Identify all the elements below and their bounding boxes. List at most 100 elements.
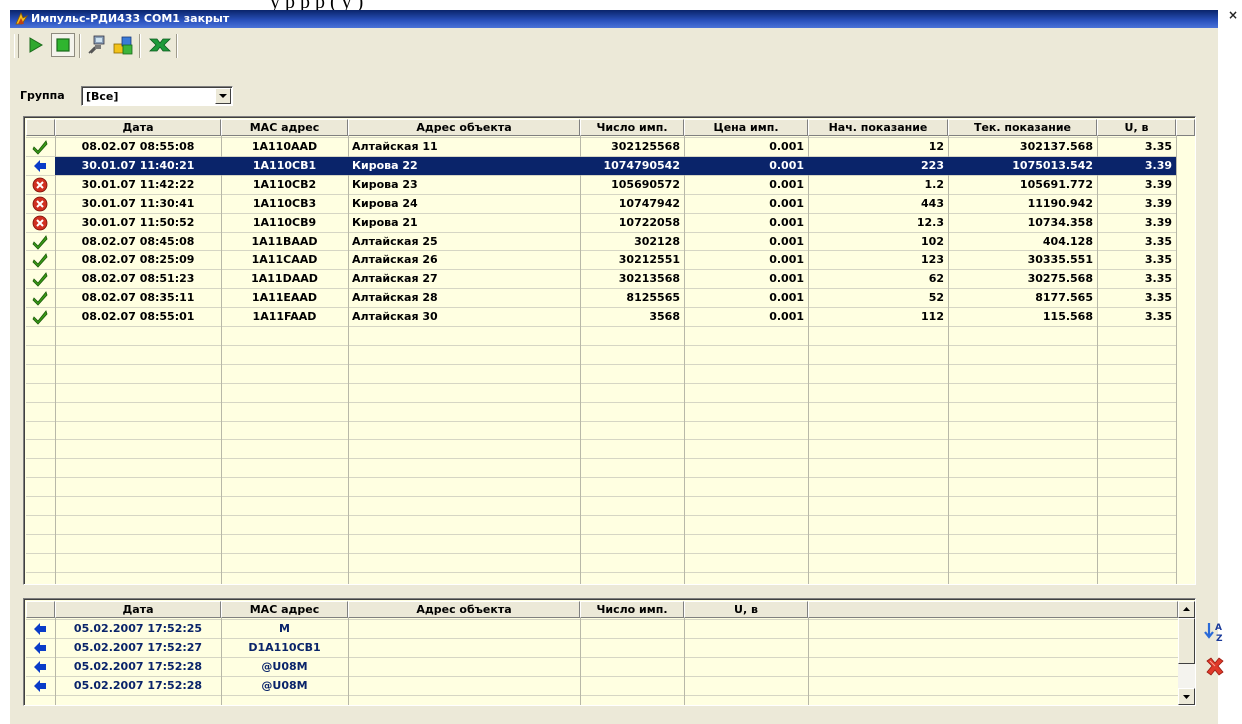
current-cell: 10734.358 xyxy=(1027,216,1093,229)
title-bar[interactable]: Импульс-РДИ433 COM1 закрыт xyxy=(10,10,1218,28)
log-scrollbar[interactable] xyxy=(1178,601,1195,705)
address-cell: Алтайская 26 xyxy=(352,253,438,266)
devices-button[interactable] xyxy=(111,33,135,57)
u-col-header[interactable]: U, в xyxy=(1097,119,1176,136)
error-icon xyxy=(32,196,48,212)
scroll-down-icon xyxy=(1183,695,1190,699)
address-cell: Кирова 24 xyxy=(352,197,418,210)
current-cell: 30335.551 xyxy=(1027,253,1093,266)
status-col-header[interactable] xyxy=(26,119,55,136)
current-cell: 11190.942 xyxy=(1027,197,1093,210)
check-icon xyxy=(32,272,48,287)
filler-col-header[interactable] xyxy=(1176,119,1195,136)
start-button[interactable] xyxy=(23,33,47,57)
price-cell: 0.001 xyxy=(769,216,804,229)
start-cell: 62 xyxy=(928,272,944,285)
toolbar-separator xyxy=(139,34,141,58)
play-icon xyxy=(29,37,43,53)
grid-row-line xyxy=(26,572,1176,573)
toolbar-grip[interactable] xyxy=(14,34,19,58)
date-cell: 08.02.07 08:25:09 xyxy=(81,253,195,266)
u-cell: 3.35 xyxy=(1144,272,1172,285)
grid-row-line xyxy=(26,458,1176,459)
log-u-col-header[interactable]: U, в xyxy=(684,601,808,618)
address-cell: Кирова 23 xyxy=(352,178,418,191)
toolbar-separator xyxy=(176,34,178,58)
grid-row-line xyxy=(26,364,1176,365)
grid-col-line xyxy=(684,618,685,705)
arrow-left-icon xyxy=(34,642,46,654)
log-mac-col-header[interactable]: МАС адрес xyxy=(221,601,348,618)
start-col-header[interactable]: Нач. показание xyxy=(808,119,948,136)
log-pulses-col-header[interactable]: Число имп. xyxy=(580,601,684,618)
log-filler-col-header[interactable] xyxy=(808,601,1178,618)
date-cell: 30.01.07 11:30:41 xyxy=(81,197,195,210)
grid-row-line xyxy=(26,439,1176,440)
sort-button[interactable]: A Z xyxy=(1203,620,1227,644)
scroll-up-icon xyxy=(1183,607,1190,611)
log-status-col-header[interactable] xyxy=(26,601,55,618)
grid-row-line xyxy=(26,383,1176,384)
app-window: Импульс-РДИ433 COM1 закрыт Группа [Все] … xyxy=(10,10,1224,724)
start-cell: 1.2 xyxy=(924,178,945,191)
address-cell: Кирова 22 xyxy=(352,159,418,172)
log-date-cell: 05.02.2007 17:52:25 xyxy=(73,622,203,635)
date-cell: 08.02.07 08:35:11 xyxy=(81,291,195,304)
mac-cell: 1A110CB2 xyxy=(252,178,317,191)
log-address-col-header[interactable]: Адрес объекта xyxy=(348,601,580,618)
mac-cell: 1A110AAD xyxy=(251,140,318,153)
price-cell: 0.001 xyxy=(769,253,804,266)
group-select-value: [Все] xyxy=(86,90,119,103)
current-cell: 404.128 xyxy=(1042,235,1093,248)
check-icon xyxy=(32,140,48,155)
scroll-thumb[interactable] xyxy=(1178,618,1195,664)
excel-export-button[interactable] xyxy=(147,33,171,57)
price-col-header[interactable]: Цена имп. xyxy=(684,119,808,136)
date-cell: 30.01.07 11:40:21 xyxy=(81,159,195,172)
log-date-cell: 05.02.2007 17:52:28 xyxy=(73,679,203,692)
grid-row-line xyxy=(26,695,1178,696)
current-cell: 30275.568 xyxy=(1027,272,1093,285)
grid-row-line xyxy=(26,477,1176,478)
main-table[interactable]: Дата МАС адрес Адрес объекта Число имп. Цена… xyxy=(23,116,1196,585)
stop-icon xyxy=(56,38,70,52)
connect-button[interactable] xyxy=(85,33,109,57)
log-date-col-header[interactable]: Дата xyxy=(55,601,221,618)
group-select[interactable]: [Все] xyxy=(81,86,233,106)
connect-icon xyxy=(88,35,105,54)
excel-export-icon xyxy=(149,38,171,52)
pulses-col-header[interactable]: Число имп. xyxy=(580,119,684,136)
group-dropdown-button[interactable] xyxy=(215,88,231,104)
mac-col-header[interactable]: МАС адрес xyxy=(221,119,348,136)
scroll-up-button[interactable] xyxy=(1178,601,1195,618)
mac-cell: 1A110CB3 xyxy=(252,197,317,210)
mac-cell: 1A11EAAD xyxy=(251,291,318,304)
current-cell: 302137.568 xyxy=(1019,140,1093,153)
stop-button[interactable] xyxy=(51,33,75,57)
current-cell: 8177.565 xyxy=(1035,291,1093,304)
scroll-down-button[interactable] xyxy=(1178,688,1195,705)
clear-log-button[interactable] xyxy=(1203,655,1227,679)
arrow-left-icon xyxy=(34,661,46,673)
address-col-header[interactable]: Адрес объекта xyxy=(348,119,580,136)
mac-cell: 1A11FAAD xyxy=(252,310,317,323)
address-cell: Алтайская 30 xyxy=(352,310,438,323)
address-cell: Алтайская 25 xyxy=(352,235,438,248)
outer-close-button[interactable]: × xyxy=(1226,7,1240,23)
current-cell: 115.568 xyxy=(1042,310,1093,323)
address-cell: Алтайская 28 xyxy=(352,291,438,304)
date-col-header[interactable]: Дата xyxy=(55,119,221,136)
check-icon xyxy=(32,291,48,306)
address-cell: Алтайская 27 xyxy=(352,272,438,285)
svg-text:Z: Z xyxy=(1216,634,1223,644)
log-table[interactable]: Дата МАС адрес Адрес объекта Число имп. U, в… xyxy=(23,598,1196,706)
pulses-cell: 1074790542 xyxy=(603,159,680,172)
mac-cell: 1A11DAAD xyxy=(251,272,318,285)
grid-row-line xyxy=(26,515,1176,516)
price-cell: 0.001 xyxy=(769,159,804,172)
start-cell: 112 xyxy=(921,310,944,323)
window-title: Импульс-РДИ433 COM1 закрыт xyxy=(31,12,230,25)
current-col-header[interactable]: Тек. показание xyxy=(948,119,1097,136)
current-cell: 1075013.542 xyxy=(1012,159,1093,172)
start-cell: 12 xyxy=(928,140,944,153)
